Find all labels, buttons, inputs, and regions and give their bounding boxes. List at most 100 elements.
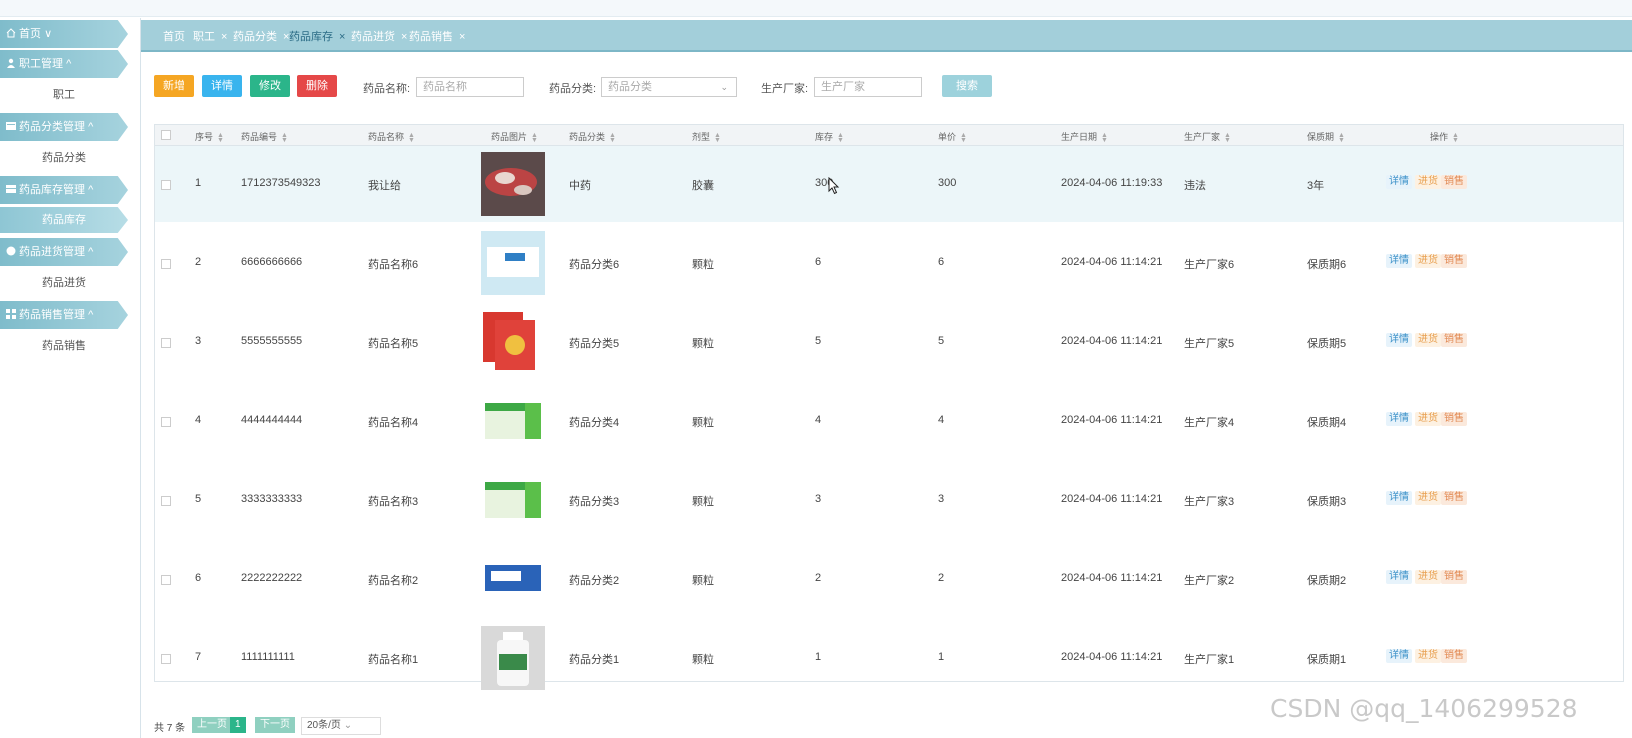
close-icon[interactable]: × <box>459 31 465 43</box>
row-checkbox[interactable] <box>161 654 171 664</box>
cell-index: 2 <box>195 256 202 268</box>
sidebar-group-stock[interactable]: 药品库存管理 ^ <box>0 176 128 204</box>
header-price[interactable]: 单价 ▲ ▼ <box>938 130 967 144</box>
header-form[interactable]: 剂型 ▲ ▼ <box>692 130 721 144</box>
sidebar-item-staff[interactable]: 职工 <box>0 82 128 108</box>
sidebar-group-sales[interactable]: 药品销售管理 ^ <box>0 301 128 329</box>
sidebar-item-sales[interactable]: 药品销售 <box>0 333 128 359</box>
sale-action-button[interactable]: 销售 <box>1441 254 1467 268</box>
page-size-select[interactable]: 20条/页 ⌄ <box>301 717 381 735</box>
detail-action-button[interactable]: 详情 <box>1386 491 1412 505</box>
cell-date: 2024-04-06 11:14:21 <box>1061 256 1163 268</box>
table-row[interactable]: 7 1111111111 药品名称1 药品分类1 颗粒 1 1 2024-04-06 11:1… <box>155 620 1623 696</box>
table-row[interactable]: 2 6666666666 药品名称6 药品分类6 颗粒 6 6 2024-04-06 11:1… <box>155 225 1623 301</box>
cell-shelf-life: 保质期5 <box>1307 338 1347 350</box>
sale-action-button[interactable]: 销售 <box>1441 333 1467 347</box>
header-stock[interactable]: 库存 ▲ ▼ <box>815 130 844 144</box>
header-actions[interactable]: 操作 ▲ ▼ <box>1430 130 1459 144</box>
purchase-action-button[interactable]: 进货 <box>1415 412 1441 426</box>
row-checkbox[interactable] <box>161 259 171 269</box>
sidebar-group-purchase[interactable]: 药品进货管理 ^ <box>0 238 128 266</box>
cell-form: 颗粒 <box>692 496 714 508</box>
sale-action-button[interactable]: 销售 <box>1441 570 1467 584</box>
tab-stock[interactable]: 药品库存 × <box>289 28 345 44</box>
list-icon <box>6 114 16 130</box>
sidebar-item-category[interactable]: 药品分类 <box>0 145 128 171</box>
header-date[interactable]: 生产日期 ▲ ▼ <box>1061 130 1108 144</box>
row-checkbox[interactable] <box>161 575 171 585</box>
purchase-action-button[interactable]: 进货 <box>1415 254 1441 268</box>
medicine-image <box>481 547 545 611</box>
sale-action-button[interactable]: 销售 <box>1441 649 1467 663</box>
detail-action-button[interactable]: 详情 <box>1386 570 1412 584</box>
edit-button[interactable]: 修改 <box>250 75 290 97</box>
cell-form: 颗粒 <box>692 654 714 666</box>
sidebar-item-home[interactable]: 首页 ∨ <box>0 20 128 48</box>
row-checkbox[interactable] <box>161 338 171 348</box>
cell-index: 3 <box>195 335 202 347</box>
detail-action-button[interactable]: 详情 <box>1386 175 1412 189</box>
sale-action-button[interactable]: 销售 <box>1441 412 1467 426</box>
detail-action-button[interactable]: 详情 <box>1386 333 1412 347</box>
sale-action-button[interactable]: 销售 <box>1441 491 1467 505</box>
prev-page-button[interactable]: 上一页 <box>192 717 232 733</box>
tab-category[interactable]: 药品分类 × <box>233 28 289 44</box>
header-name[interactable]: 药品名称 ▲ ▼ <box>368 130 415 144</box>
page-1-button[interactable]: 1 <box>230 717 246 733</box>
cell-index: 6 <box>195 572 202 584</box>
next-page-button[interactable]: 下一页 <box>255 717 295 733</box>
close-icon[interactable]: × <box>221 31 227 43</box>
data-table: 序号 ▲ ▼ 药品编号 ▲ ▼ 药品名称 ▲ ▼ 药品图片 ▲ ▼ 药品分类 ▲ ▼ 剂型 ▲ ▼ 库存… <box>154 124 1624 690</box>
header-index[interactable]: 序号 ▲ ▼ <box>195 130 224 144</box>
sidebar-item-purchase[interactable]: 药品进货 <box>0 270 128 296</box>
row-checkbox[interactable] <box>161 417 171 427</box>
header-maker[interactable]: 生产厂家 ▲ ▼ <box>1184 130 1231 144</box>
name-input[interactable]: 药品名称 <box>416 77 524 97</box>
cell-stock: 1 <box>815 651 822 663</box>
detail-action-button[interactable]: 详情 <box>1386 649 1412 663</box>
search-button[interactable]: 搜索 <box>942 75 992 97</box>
cell-price: 2 <box>938 572 945 584</box>
tab-staff[interactable]: 职工 × <box>193 28 227 44</box>
select-all-checkbox[interactable] <box>161 130 171 140</box>
purchase-action-button[interactable]: 进货 <box>1415 491 1441 505</box>
sort-icon: ▲ ▼ <box>1224 131 1231 144</box>
table-row[interactable]: 4 4444444444 药品名称4 药品分类4 颗粒 4 4 2024-04-06 11:1… <box>155 383 1623 459</box>
header-category[interactable]: 药品分类 ▲ ▼ <box>569 130 616 144</box>
sort-icon: ▲ ▼ <box>714 131 721 144</box>
close-icon[interactable]: × <box>401 31 407 43</box>
sidebar-group-category[interactable]: 药品分类管理 ^ <box>0 113 128 141</box>
purchase-action-button[interactable]: 进货 <box>1415 175 1441 189</box>
header-shelf-life[interactable]: 保质期 ▲ ▼ <box>1307 130 1345 144</box>
tab-purchase[interactable]: 药品进货 × <box>351 28 407 44</box>
header-code[interactable]: 药品编号 ▲ ▼ <box>241 130 288 144</box>
table-row[interactable]: 3 5555555555 药品名称5 药品分类5 颗粒 5 5 2024-04-06 11:1… <box>155 304 1623 380</box>
purchase-action-button[interactable]: 进货 <box>1415 333 1441 347</box>
sale-action-button[interactable]: 销售 <box>1441 175 1467 189</box>
table-row[interactable]: 5 3333333333 药品名称3 药品分类3 颗粒 3 3 2024-04-06 11:1… <box>155 462 1623 538</box>
cell-stock: 6 <box>815 256 822 268</box>
purchase-action-button[interactable]: 进货 <box>1415 570 1441 584</box>
tab-home[interactable]: 首页 <box>163 28 185 44</box>
cell-name: 药品名称4 <box>368 417 419 429</box>
cell-shelf-life: 3年 <box>1307 180 1325 192</box>
header-image[interactable]: 药品图片 ▲ ▼ <box>491 130 538 144</box>
detail-button[interactable]: 详情 <box>202 75 242 97</box>
box-icon <box>6 177 16 193</box>
close-icon[interactable]: × <box>339 31 345 43</box>
detail-action-button[interactable]: 详情 <box>1386 412 1412 426</box>
row-checkbox[interactable] <box>161 180 171 190</box>
purchase-action-button[interactable]: 进货 <box>1415 649 1441 663</box>
sidebar-item-stock[interactable]: 药品库存 <box>0 207 128 233</box>
row-checkbox[interactable] <box>161 496 171 506</box>
tab-sales[interactable]: 药品销售 × <box>409 28 465 44</box>
detail-action-button[interactable]: 详情 <box>1386 254 1412 268</box>
delete-button[interactable]: 删除 <box>297 75 337 97</box>
maker-input[interactable]: 生产厂家 <box>814 77 922 97</box>
category-select[interactable]: 药品分类 ⌄ <box>601 77 737 97</box>
cell-code: 6666666666 <box>241 256 303 268</box>
table-row[interactable]: 1 1712373549323 我让给 中药 胶囊 300 300 2024-04-06 11… <box>155 146 1623 222</box>
add-button[interactable]: 新增 <box>154 75 194 97</box>
table-row[interactable]: 6 2222222222 药品名称2 药品分类2 颗粒 2 2 2024-04-06 11:1… <box>155 541 1623 617</box>
sidebar-group-staff[interactable]: 职工管理 ^ <box>0 50 128 78</box>
